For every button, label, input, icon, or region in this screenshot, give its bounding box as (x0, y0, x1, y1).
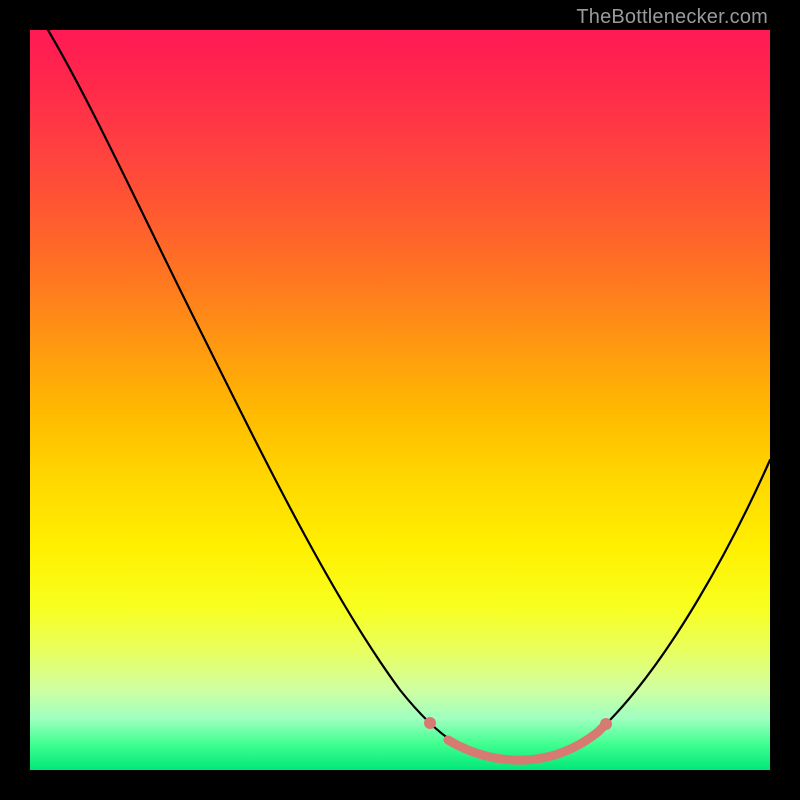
tolerance-dot-left (424, 717, 436, 729)
watermark-text: TheBottlenecker.com (576, 6, 768, 29)
tolerance-band (448, 724, 606, 760)
chart-frame: TheBottlenecker.com (0, 0, 800, 800)
bottleneck-curve (45, 25, 770, 760)
plot-area (30, 30, 770, 770)
curve-layer (30, 30, 770, 770)
tolerance-dot-right (600, 718, 612, 730)
